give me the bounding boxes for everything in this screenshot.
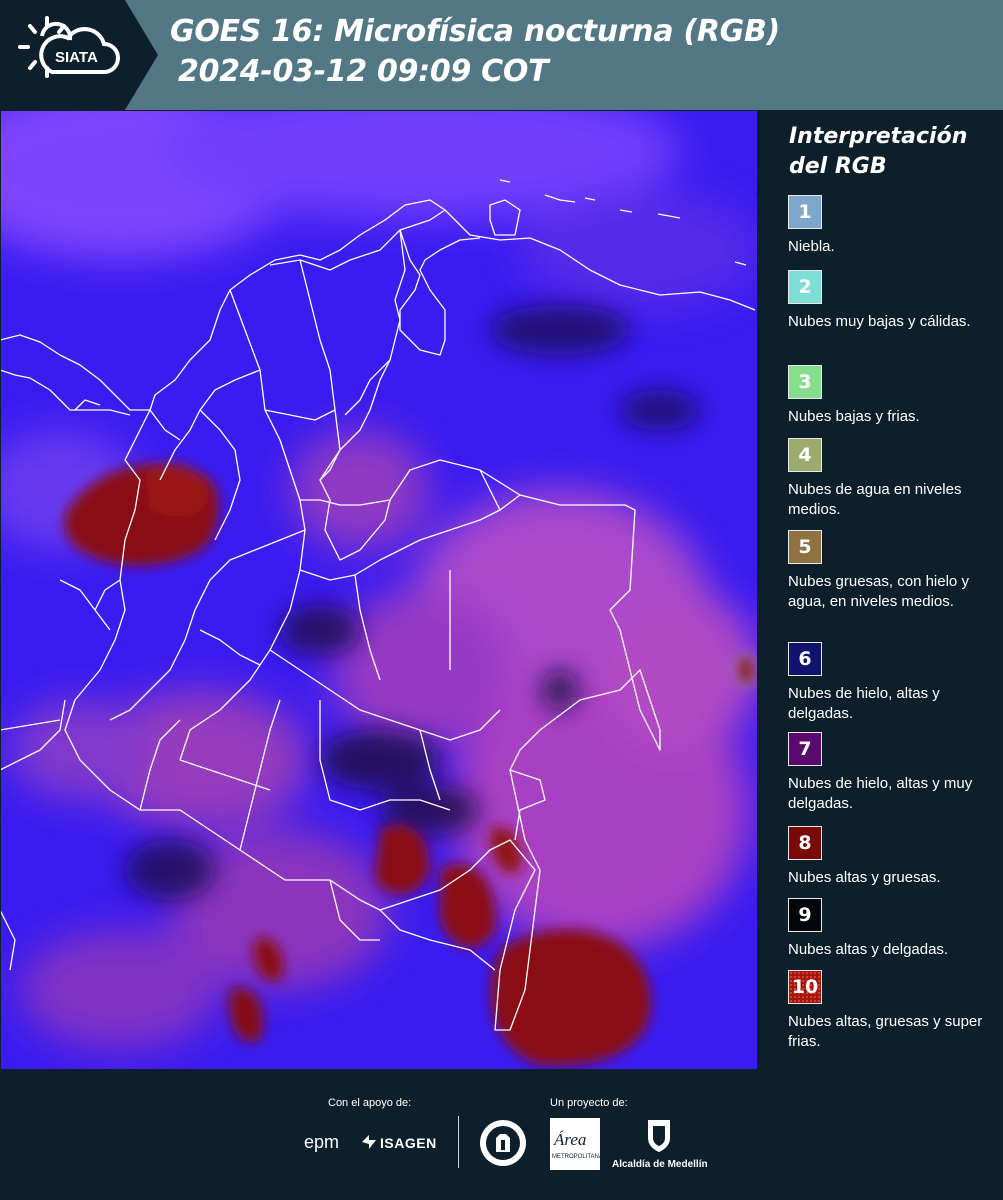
support-label: Con el apoyo de:: [328, 1097, 412, 1109]
header-bar: SIATA GOES 16: Microfísica nocturna (RGB…: [0, 0, 1003, 110]
legend-item-7: 7 Nubes de hielo, altas y muy delgadas.: [788, 732, 998, 814]
legend-item-4: 4 Nubes de agua en niveles medios.: [788, 438, 998, 520]
area-metropolitana-logo: Área METROPOLITANA: [550, 1118, 603, 1170]
legend-swatch: 7: [788, 732, 822, 766]
legend-panel: Interpretación del RGB 1 Niebla. 2 Nubes…: [758, 110, 1003, 1070]
page-timestamp: 2024-03-12 09:09 COT: [178, 54, 549, 89]
legend-item-9: 9 Nubes altas y delgadas.: [788, 898, 998, 960]
page-title: GOES 16: Microfísica nocturna (RGB): [170, 14, 780, 49]
legend-swatch: 4: [788, 438, 822, 472]
project-label: Un proyecto de:: [550, 1097, 628, 1109]
legend-swatch: 1: [788, 195, 822, 229]
epm-logo: epm: [304, 1132, 340, 1152]
legend-item-3: 3 Nubes bajas y frias.: [788, 365, 998, 427]
alcaldia-logo-text: Alcaldía de Medellín: [612, 1159, 708, 1170]
alcaldia-shield-icon: [646, 1118, 672, 1154]
legend-label: Niebla.: [788, 238, 835, 255]
footer-divider: [458, 1116, 459, 1168]
legend-swatch: 10: [788, 970, 822, 1004]
siata-logo-text: SIATA: [55, 49, 98, 66]
legend-swatch: 8: [788, 826, 822, 860]
satellite-map: [0, 110, 758, 1070]
legend-label: Nubes gruesas, con hielo y agua, en nive…: [788, 573, 969, 610]
legend-item-6: 6 Nubes de hielo, altas y delgadas.: [788, 642, 998, 724]
legend-swatch: 2: [788, 270, 822, 304]
legend-item-10: 10 Nubes altas, gruesas y super frias.: [788, 970, 998, 1052]
footer-bar: Con el apoyo de: Un proyecto de: epm ISA…: [0, 1070, 1003, 1200]
legend-item-5: 5 Nubes gruesas, con hielo y agua, en ni…: [788, 530, 998, 612]
legend-swatch: 9: [788, 898, 822, 932]
legend-label: Nubes de hielo, altas y delgadas.: [788, 685, 940, 722]
legend-item-1: 1 Niebla.: [788, 195, 998, 257]
siata-logo: SIATA: [0, 0, 160, 110]
isagen-logo: ISAGEN: [380, 1135, 437, 1151]
legend-label: Nubes bajas y frias.: [788, 408, 920, 425]
legend-label: Nubes altas y gruesas.: [788, 869, 941, 886]
gobernacion-seal: [478, 1118, 528, 1168]
legend-label: Nubes muy bajas y cálidas.: [788, 313, 971, 330]
legend-label: Nubes de hielo, altas y muy delgadas.: [788, 775, 973, 812]
legend-label: Nubes de agua en niveles medios.: [788, 481, 962, 518]
legend-label: Nubes altas y delgadas.: [788, 941, 949, 958]
legend-swatch: 5: [788, 530, 822, 564]
legend-item-8: 8 Nubes altas y gruesas.: [788, 826, 998, 888]
isagen-icon: [360, 1133, 378, 1151]
legend-swatch: 6: [788, 642, 822, 676]
legend-item-2: 2 Nubes muy bajas y cálidas.: [788, 270, 998, 332]
legend-label: Nubes altas, gruesas y super frias.: [788, 1013, 983, 1050]
legend-title: Interpretación del RGB: [789, 124, 968, 179]
legend-swatch: 3: [788, 365, 822, 399]
